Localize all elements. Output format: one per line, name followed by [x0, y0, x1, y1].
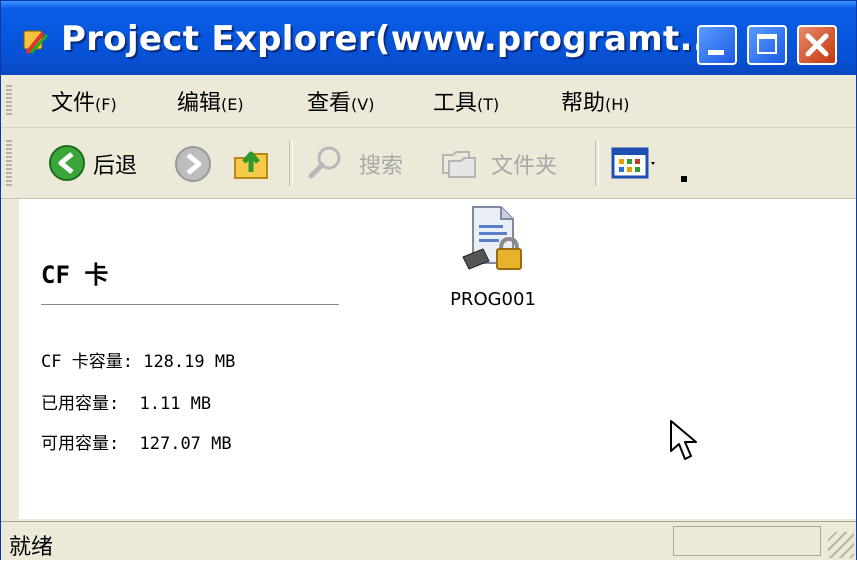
used-value: 1.11 MB: [139, 394, 212, 414]
resize-grip[interactable]: [828, 532, 854, 558]
folders-button[interactable]: 文件夹: [437, 140, 587, 186]
minimize-button[interactable]: [697, 25, 737, 65]
capacity-value: 128.19 MB: [143, 352, 236, 372]
free-value: 127.07 MB: [139, 434, 232, 454]
menu-view-label: 查看: [307, 91, 352, 116]
close-icon: [805, 33, 829, 57]
capacity-row: CF 卡容量: 128.19 MB: [41, 347, 235, 372]
up-folder-icon: [234, 151, 268, 179]
close-button[interactable]: [797, 25, 837, 65]
free-label: 可用容量:: [41, 434, 120, 454]
mouse-pointer-icon: [670, 420, 697, 460]
window-title: Project Explorer(www.programt...: [61, 19, 720, 59]
panel-title: CF 卡: [41, 261, 109, 289]
file-name: PROG001: [450, 289, 536, 310]
menu-edit[interactable]: 编辑(E): [177, 85, 244, 117]
menu-tools[interactable]: 工具(T): [433, 85, 499, 117]
menu-file-key: (F): [95, 95, 117, 114]
menu-grip[interactable]: [6, 85, 12, 117]
maximize-icon: [757, 34, 777, 54]
status-text: 就绪: [9, 535, 54, 560]
menu-help-key: (H): [605, 95, 630, 114]
panel-divider: [41, 304, 339, 305]
toolbar-separator-1: [289, 141, 293, 186]
title-bar[interactable]: Project Explorer(www.programt...: [1, 1, 856, 75]
menu-file[interactable]: 文件(F): [51, 85, 117, 117]
views-icon: [611, 147, 655, 179]
back-button[interactable]: 后退: [45, 140, 165, 186]
forward-arrow-icon: [175, 146, 211, 182]
menu-view[interactable]: 查看(V): [307, 85, 374, 117]
up-folder-button[interactable]: [229, 140, 275, 186]
status-bar: 就绪: [1, 521, 856, 560]
folders-label: 文件夹: [491, 154, 558, 179]
menu-file-label: 文件: [51, 91, 96, 116]
status-pane: [673, 526, 821, 556]
search-icon: [308, 146, 341, 179]
menu-edit-label: 编辑: [177, 91, 222, 116]
menu-tools-label: 工具: [433, 91, 478, 116]
back-arrow-icon: [49, 145, 85, 181]
menu-help-label: 帮助: [561, 91, 606, 116]
menu-tools-key: (T): [477, 95, 500, 114]
search-button[interactable]: 搜索: [303, 140, 429, 186]
back-label: 后退: [93, 154, 138, 179]
folders-icon: [442, 151, 476, 178]
free-row: 可用容量: 127.07 MB: [41, 429, 232, 454]
used-row: 已用容量: 1.11 MB: [41, 389, 211, 414]
toolbar: 后退 搜索 文件夹: [1, 128, 856, 199]
forward-button[interactable]: [171, 142, 215, 186]
menu-bar: 文件(F) 编辑(E) 查看(V) 工具(T) 帮助(H): [1, 75, 856, 128]
locked-program-file-icon: [462, 206, 522, 270]
maximize-button[interactable]: [747, 25, 787, 65]
capacity-label: CF 卡容量:: [41, 352, 133, 372]
content-area: CF 卡 CF 卡容量: 128.19 MB 已用容量: 1.11 MB 可用容…: [19, 199, 856, 519]
toolbar-overflow-chevron-icon[interactable]: [681, 176, 687, 182]
toolbar-separator-2: [595, 141, 599, 186]
menu-edit-key: (E): [221, 95, 244, 114]
menu-view-key: (V): [351, 95, 375, 114]
minimize-icon: [708, 50, 724, 55]
search-label: 搜索: [359, 154, 404, 179]
app-icon: [23, 30, 49, 55]
menu-help[interactable]: 帮助(H): [561, 85, 630, 117]
views-button[interactable]: [609, 140, 693, 188]
toolbar-grip[interactable]: [6, 140, 12, 186]
used-label: 已用容量:: [41, 394, 120, 414]
explorer-window: Project Explorer(www.programt... 文件(F) 编…: [0, 0, 857, 560]
